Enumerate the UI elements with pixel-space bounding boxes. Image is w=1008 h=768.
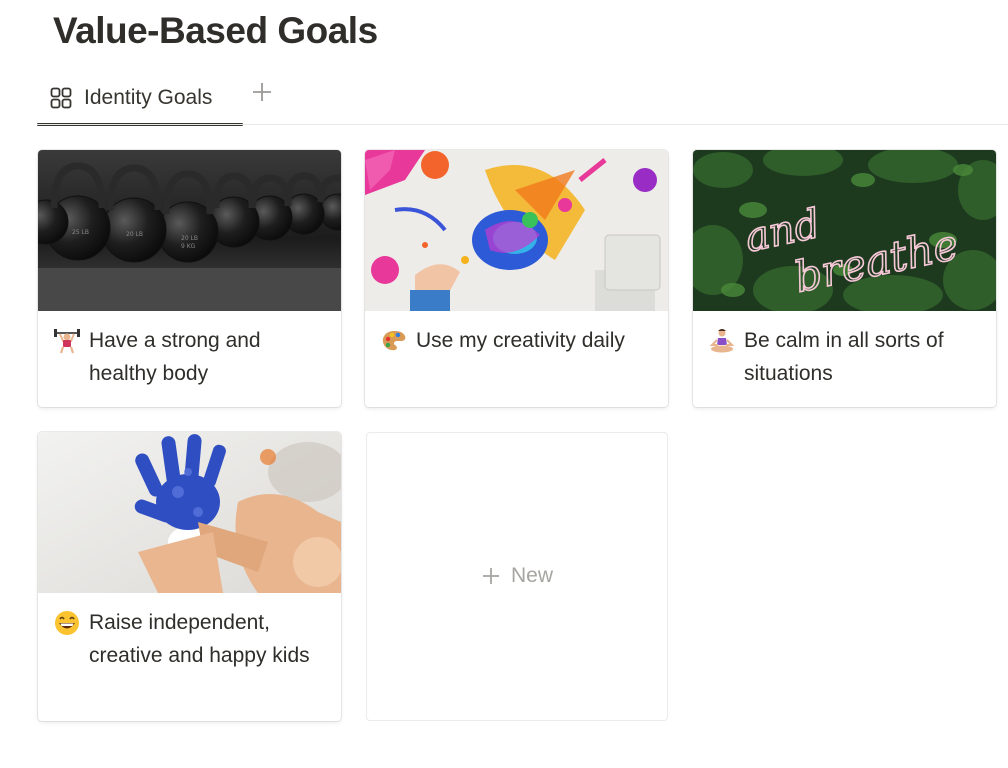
svg-text:9 KG: 9 KG: [181, 243, 196, 250]
meditating-person-emoji: [709, 329, 735, 353]
gallery-card[interactable]: Raise independent, creative and happy ki…: [38, 432, 341, 721]
view-tab-bar: Identity Goals: [0, 70, 1008, 126]
painted-child-hand-photo: [38, 432, 341, 593]
plus-icon[interactable]: [250, 80, 274, 104]
tab-label: Identity Goals: [84, 86, 213, 109]
svg-text:20 LB: 20 LB: [126, 231, 143, 238]
gallery-card[interactable]: Use my creativity daily: [365, 150, 668, 407]
card-title: Use my creativity daily: [416, 329, 625, 352]
kettlebells-photo: 20 LB 9 KG 20 LB 25 LB: [38, 150, 341, 311]
card-content: Have a strong and healthy body: [38, 311, 341, 390]
card-content: Be calm in all sorts of situations: [693, 311, 996, 390]
card-title: Have a strong and healthy body: [89, 329, 261, 385]
svg-text:25 LB: 25 LB: [72, 229, 89, 236]
svg-text:20 LB: 20 LB: [181, 235, 198, 242]
tab-identity-goals[interactable]: Identity Goals: [37, 70, 243, 126]
card-title: Be calm in all sorts of situations: [744, 329, 944, 385]
tab-bar-divider: [37, 124, 1008, 125]
paint-splatter-photo: [365, 150, 668, 311]
and-breathe-neon-sign-photo: and breathe: [693, 150, 996, 311]
gallery-card[interactable]: 20 LB 9 KG 20 LB 25 LB Have a strong and h…: [38, 150, 341, 407]
new-card-label: New: [510, 563, 553, 587]
gallery-card[interactable]: and breathe Be calm in all sorts of situ…: [693, 150, 996, 407]
new-card-button[interactable]: New: [366, 432, 668, 721]
card-content: Raise independent, creative and happy ki…: [38, 593, 341, 672]
card-title: Raise independent, creative and happy ki…: [89, 611, 310, 667]
page-title: Value-Based Goals: [53, 10, 378, 51]
gallery-grid-icon: [50, 87, 72, 109]
weightlifter-emoji: [54, 329, 80, 354]
artist-palette-emoji: [382, 331, 406, 351]
grinning-face-emoji: [55, 611, 79, 635]
card-content: Use my creativity daily: [365, 311, 668, 357]
plus-icon: [482, 567, 499, 584]
